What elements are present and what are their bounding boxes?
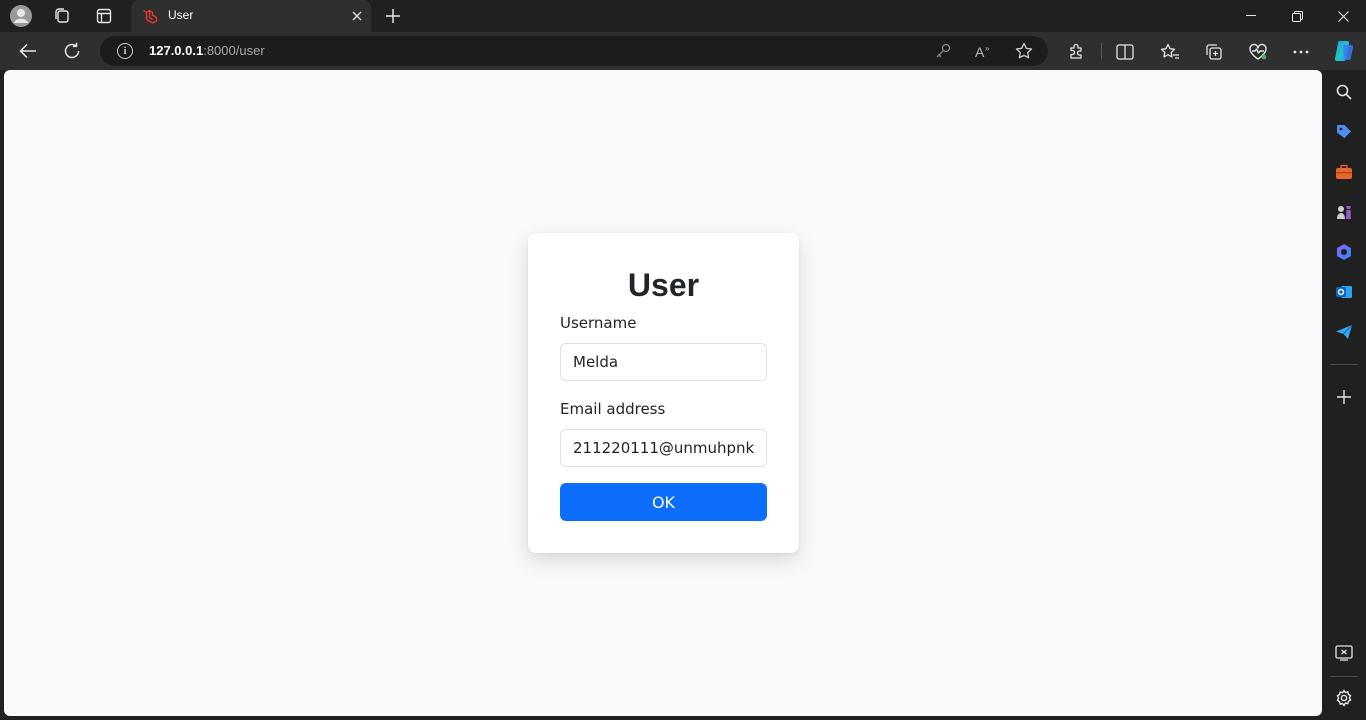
collections-icon[interactable] bbox=[1203, 41, 1225, 63]
active-tab[interactable]: User bbox=[131, 0, 371, 32]
briefcase-icon[interactable] bbox=[1333, 161, 1355, 183]
more-options-icon[interactable] bbox=[1290, 41, 1312, 63]
close-tab-icon[interactable] bbox=[347, 6, 367, 26]
page-title: User bbox=[627, 267, 700, 303]
close-window-icon[interactable] bbox=[1320, 0, 1366, 32]
screenshot-icon[interactable] bbox=[1333, 642, 1355, 664]
add-icon[interactable] bbox=[1333, 386, 1355, 408]
workspaces-icon[interactable] bbox=[50, 4, 74, 28]
browser-toolbar: i 127.0.0.1:8000/user A» bbox=[0, 32, 1366, 70]
favorites-icon[interactable] bbox=[1159, 41, 1181, 63]
username-label: Username bbox=[560, 314, 637, 332]
settings-icon[interactable] bbox=[1333, 687, 1355, 709]
email-label: Email address bbox=[560, 400, 666, 418]
sidebar-divider bbox=[1330, 364, 1358, 365]
sidebar-divider bbox=[1330, 676, 1358, 677]
send-icon[interactable] bbox=[1333, 321, 1355, 343]
svg-text:A: A bbox=[975, 44, 985, 59]
address-bar[interactable]: i 127.0.0.1:8000/user A» bbox=[100, 36, 1048, 66]
profile-avatar-icon[interactable] bbox=[9, 4, 33, 28]
back-arrow-icon[interactable] bbox=[14, 37, 42, 65]
tab-title: User bbox=[168, 8, 194, 22]
new-tab-icon[interactable] bbox=[381, 4, 405, 28]
user-card: User Username Email address OK bbox=[528, 233, 799, 553]
outlook-icon[interactable] bbox=[1333, 281, 1355, 303]
chess-icon[interactable] bbox=[1333, 201, 1355, 223]
password-key-icon[interactable] bbox=[933, 41, 953, 61]
copilot-logo-icon[interactable] bbox=[1332, 39, 1356, 63]
toolbar-divider bbox=[1101, 43, 1102, 59]
email-input[interactable] bbox=[560, 429, 767, 467]
search-icon[interactable] bbox=[1333, 81, 1355, 103]
minimize-icon[interactable] bbox=[1228, 0, 1274, 32]
title-bar: User bbox=[0, 0, 1366, 32]
laravel-icon bbox=[142, 8, 158, 28]
tag-icon[interactable] bbox=[1333, 121, 1355, 143]
split-screen-icon[interactable] bbox=[1114, 41, 1136, 63]
favorite-star-icon[interactable] bbox=[1014, 41, 1034, 61]
edge-sidebar bbox=[1322, 70, 1366, 720]
extensions-icon[interactable] bbox=[1066, 41, 1088, 63]
copilot-icon[interactable] bbox=[1333, 241, 1355, 263]
restore-icon[interactable] bbox=[1274, 0, 1320, 32]
page-viewport: User Username Email address OK bbox=[4, 70, 1322, 716]
svg-text:»: » bbox=[985, 44, 990, 53]
refresh-icon[interactable] bbox=[58, 37, 86, 65]
browser-essentials-icon[interactable] bbox=[1247, 41, 1269, 63]
site-info-icon[interactable]: i bbox=[117, 43, 133, 59]
username-input[interactable] bbox=[560, 343, 767, 381]
read-aloud-icon[interactable]: A» bbox=[974, 41, 994, 61]
url-text[interactable]: 127.0.0.1:8000/user bbox=[149, 43, 265, 58]
tab-actions-icon[interactable] bbox=[92, 4, 116, 28]
ok-button[interactable]: OK bbox=[560, 483, 767, 521]
